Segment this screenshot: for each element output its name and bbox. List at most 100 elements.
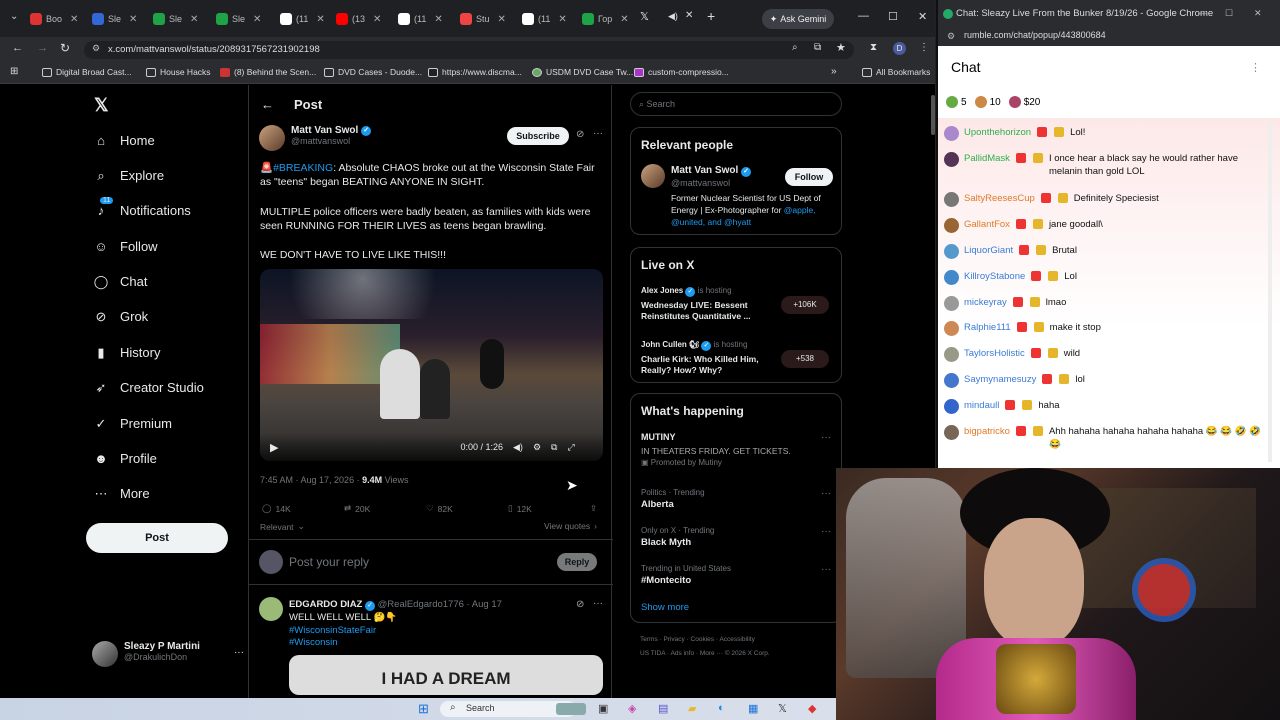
grok-icon[interactable]: ⊘ — [576, 599, 584, 610]
pip-icon[interactable]: ⧉ — [551, 442, 557, 453]
account-switcher[interactable]: Sleazy P Martini @DrakulichDon ··· — [92, 641, 244, 667]
avatar[interactable] — [944, 399, 959, 414]
subscribe-button[interactable]: Subscribe — [507, 127, 569, 145]
browser-tab[interactable]: Sle ✕ — [153, 8, 198, 30]
gift-entry[interactable]: 10 — [974, 96, 1001, 108]
nav-item[interactable]: ⋯ More — [94, 486, 150, 502]
tab-x-active-icon[interactable]: 𝕏 — [640, 10, 649, 23]
all-bookmarks[interactable]: All Bookmarks — [862, 67, 930, 77]
maximize-icon[interactable]: ☐ — [888, 10, 898, 23]
reply-button[interactable]: Reply — [557, 553, 597, 571]
bookmark-item[interactable]: USDM DVD Case Tw... — [532, 67, 633, 77]
close-window-icon[interactable]: ✕ — [1254, 8, 1262, 19]
avatar[interactable] — [944, 296, 959, 311]
edge-icon[interactable]: ◐ — [718, 702, 725, 714]
avatar[interactable] — [944, 270, 959, 285]
volume-icon[interactable]: ◀) — [513, 442, 523, 453]
live-item[interactable]: John Cullen 🐿 ✓ is hosting Charlie Kirk: … — [641, 340, 831, 376]
chat-username[interactable]: mindaull — [964, 399, 999, 412]
bookmark-action[interactable]: ▯ 12K — [508, 503, 532, 514]
nav-item[interactable]: ☺ Follow — [94, 239, 157, 254]
explorer-icon[interactable]: ▰ — [688, 702, 696, 715]
post-author[interactable]: Matt Van Swol ✓ @mattvanswol — [259, 125, 372, 151]
trend-item[interactable]: Only on X · Trending Black Myth — [641, 526, 714, 548]
url-field[interactable]: x.com/mattvanswol/status/208931756723190… — [84, 41, 854, 59]
video-player[interactable]: ▶ 0:00 / 1:26 ◀) ⚙ ⧉ ⤢ — [260, 269, 603, 461]
footer-links[interactable]: US TIDA · Ads info · More ··· © 2026 X C… — [640, 650, 770, 657]
like-action[interactable]: ♡ 82K — [426, 503, 453, 514]
avatar[interactable] — [944, 425, 959, 440]
extensions-icon[interactable]: ⧗ — [870, 42, 877, 53]
more-icon[interactable]: ··· — [821, 488, 831, 499]
close-tab-icon[interactable]: ✕ — [434, 14, 442, 25]
avatar[interactable] — [641, 164, 665, 188]
mute-icon[interactable]: ◀) — [668, 11, 678, 22]
close-tab-icon[interactable]: ✕ — [316, 14, 324, 25]
chat-username[interactable]: mickeyray — [964, 296, 1007, 309]
reload-icon[interactable]: ↻ — [60, 41, 70, 55]
more-bookmarks-icon[interactable]: » — [831, 66, 837, 77]
hashtag-link[interactable]: #Wisconsin — [289, 637, 338, 648]
browser-tab[interactable]: (11 ✕ — [522, 8, 567, 30]
person-name[interactable]: Matt Van Swol — [671, 165, 738, 176]
close-window-icon[interactable]: ✕ — [918, 10, 927, 23]
close-tab-icon[interactable]: ✕ — [129, 14, 137, 25]
close-tab-icon[interactable]: ✕ — [70, 14, 78, 25]
nav-item[interactable]: ✓ Premium — [94, 416, 172, 432]
forward-icon[interactable]: → — [37, 42, 48, 54]
hashtag-link[interactable]: #BREAKING — [273, 162, 333, 174]
more-icon[interactable]: ··· — [821, 526, 831, 537]
more-icon[interactable]: ··· — [593, 128, 603, 139]
bookmark-item[interactable]: (8) Behind the Scen... — [220, 67, 316, 77]
avatar[interactable] — [944, 321, 959, 336]
teams-icon[interactable]: ▤ — [658, 702, 668, 715]
follow-button[interactable]: Follow — [785, 168, 833, 186]
bookmark-item[interactable]: House Hacks — [146, 67, 211, 77]
avatar[interactable] — [944, 244, 959, 259]
reply-action[interactable]: ◯ 14K — [262, 503, 291, 514]
close-tab-icon[interactable]: ✕ — [373, 14, 381, 25]
chat-username[interactable]: PallidMask — [964, 152, 1010, 165]
close-tab-icon[interactable]: ✕ — [253, 14, 261, 25]
avatar[interactable] — [944, 218, 959, 233]
view-quotes-link[interactable]: View quotes › — [544, 521, 597, 531]
bookmark-item[interactable]: Digital Broad Cast... — [42, 67, 132, 77]
chat-username[interactable]: TaylorsHolistic — [964, 347, 1025, 360]
maximize-icon[interactable]: ☐ — [1225, 8, 1233, 19]
x-logo-icon[interactable]: 𝕏 — [94, 95, 109, 116]
trend-item[interactable]: Trending in United States #Montecito — [641, 564, 731, 586]
widget-icon[interactable] — [556, 703, 586, 715]
menu-icon[interactable]: ⋮ — [919, 42, 929, 53]
more-icon[interactable]: ··· — [821, 432, 831, 443]
bookmark-star-icon[interactable]: ★ — [836, 41, 846, 54]
close-tab-icon[interactable]: ✕ — [190, 14, 198, 25]
nav-item[interactable]: ⊘ Grok — [94, 309, 149, 325]
browser-tab[interactable]: (11 ✕ — [398, 8, 443, 30]
zoom-icon[interactable]: ⌕ — [792, 42, 798, 53]
chat-username[interactable]: bigpatricko — [964, 425, 1010, 438]
browser-tab[interactable]: Sle ✕ — [92, 8, 137, 30]
back-icon[interactable]: ← — [12, 42, 23, 54]
post-button[interactable]: Post — [86, 523, 228, 553]
nav-item[interactable]: ▮ History — [94, 345, 160, 361]
gift-entry[interactable]: 5 — [946, 96, 967, 108]
avatar[interactable] — [944, 126, 959, 141]
nav-item[interactable]: ➶ Creator Studio — [94, 380, 204, 396]
install-icon[interactable]: ⧉ — [814, 42, 821, 53]
nav-item[interactable]: ☻ Profile — [94, 451, 157, 466]
browser-tab[interactable]: (11 ✕ — [280, 8, 325, 30]
grok-icon[interactable]: ⊘ — [576, 129, 584, 140]
search-input[interactable]: ⌕ Search — [630, 92, 842, 116]
x-app-icon[interactable]: 𝕏 — [778, 702, 787, 715]
live-item[interactable]: Alex Jones ✓ is hosting Wednesday LIVE: B… — [641, 286, 831, 322]
new-tab-icon[interactable]: + — [707, 8, 715, 24]
hashtag-link[interactable]: #WisconsinStateFair — [289, 625, 376, 636]
windows-start-icon[interactable]: ⊞ — [418, 701, 429, 717]
ask-gemini-button[interactable]: ✦ Ask Gemini — [762, 9, 834, 29]
avatar[interactable] — [944, 347, 959, 362]
gift-entry[interactable]: $20 — [1008, 96, 1040, 108]
more-icon[interactable]: ··· — [593, 598, 603, 609]
show-more-link[interactable]: Show more — [641, 602, 689, 613]
close-tab-icon[interactable]: ✕ — [498, 14, 506, 25]
footer-links[interactable]: Terms · Privacy · Cookies · Accessibilit… — [640, 636, 755, 643]
